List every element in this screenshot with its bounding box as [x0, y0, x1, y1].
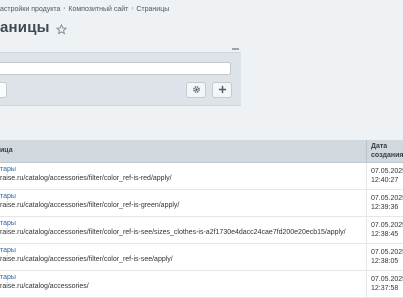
row-date: 07.05.2025	[371, 195, 403, 202]
table-row[interactable]: тары raise.ru/catalog/accessories/filter…	[0, 244, 403, 271]
row-url: raise.ru/catalog/accessories/filter/colo…	[0, 229, 346, 236]
breadcrumb-item-product-settings[interactable]: астройки продукта	[0, 6, 60, 13]
title-row: аницы	[0, 17, 67, 37]
column-divider	[366, 140, 367, 162]
table-header: ица Дата создания	[0, 140, 403, 163]
row-title-link[interactable]: тары	[0, 220, 16, 227]
breadcrumb-separator-icon: ›	[131, 6, 134, 12]
breadcrumb: астройки продукта › Композитный сайт › С…	[0, 2, 169, 16]
table-row[interactable]: тары raise.ru/catalog/accessories/filter…	[0, 217, 403, 244]
breadcrumb-item-pages[interactable]: Страницы	[136, 6, 169, 13]
collapse-panel-icon[interactable]	[232, 48, 239, 50]
row-url: raise.ru/catalog/accessories/filter/colo…	[0, 256, 173, 263]
row-time: 12:38:05	[371, 258, 399, 265]
row-url: raise.ru/catalog/accessories/	[0, 283, 89, 290]
pages-table: ица Дата создания тары raise.ru/catalog/…	[0, 140, 403, 298]
row-time: 12:39:36	[371, 204, 399, 211]
column-header-page[interactable]: ица	[0, 146, 13, 155]
star-icon[interactable]	[55, 22, 67, 35]
row-url: raise.ru/catalog/accessories/filter/colo…	[0, 175, 172, 182]
gear-icon	[192, 81, 201, 99]
column-divider	[366, 244, 367, 270]
row-date: 07.05.2025	[371, 249, 403, 256]
row-title-link[interactable]: тары	[0, 247, 16, 254]
row-created-date: 07.05.2025 12:39:36	[371, 194, 403, 212]
filter-settings-button[interactable]	[186, 82, 206, 98]
table-row[interactable]: тары raise.ru/catalog/accessories/filter…	[0, 163, 403, 190]
row-time: 12:37:58	[371, 285, 399, 292]
row-created-date: 07.05.2025 12:38:05	[371, 248, 403, 266]
column-divider	[366, 271, 367, 297]
table-row[interactable]: тары raise.ru/catalog/accessories/filter…	[0, 190, 403, 217]
row-created-date: 07.05.2025 12:38:45	[371, 221, 403, 239]
column-divider	[366, 190, 367, 216]
column-divider	[366, 217, 367, 243]
row-created-date: 07.05.2025 12:37:58	[371, 275, 403, 293]
row-date: 07.05.2025	[371, 222, 403, 229]
row-time: 12:38:45	[371, 231, 399, 238]
page-title: аницы	[0, 18, 50, 36]
row-title-link[interactable]: тары	[0, 274, 16, 281]
plus-icon	[218, 81, 227, 99]
breadcrumb-item-composite-site[interactable]: Композитный сайт	[68, 6, 128, 13]
filter-panel	[0, 52, 241, 106]
row-date: 07.05.2025	[371, 276, 403, 283]
row-created-date: 07.05.2025 12:40:27	[371, 167, 403, 185]
breadcrumb-separator-icon: ›	[63, 6, 66, 12]
row-title-link[interactable]: тары	[0, 166, 16, 173]
column-divider	[366, 163, 367, 189]
filter-preset-select[interactable]	[0, 82, 7, 98]
row-date: 07.05.2025	[371, 168, 403, 175]
filter-search-input[interactable]	[0, 62, 231, 75]
row-time: 12:40:27	[371, 177, 399, 184]
row-title-link[interactable]: тары	[0, 193, 16, 200]
column-header-created-date[interactable]: Дата создания	[371, 142, 403, 160]
add-page-button[interactable]	[212, 82, 232, 98]
row-url: raise.ru/catalog/accessories/filter/colo…	[0, 202, 180, 209]
